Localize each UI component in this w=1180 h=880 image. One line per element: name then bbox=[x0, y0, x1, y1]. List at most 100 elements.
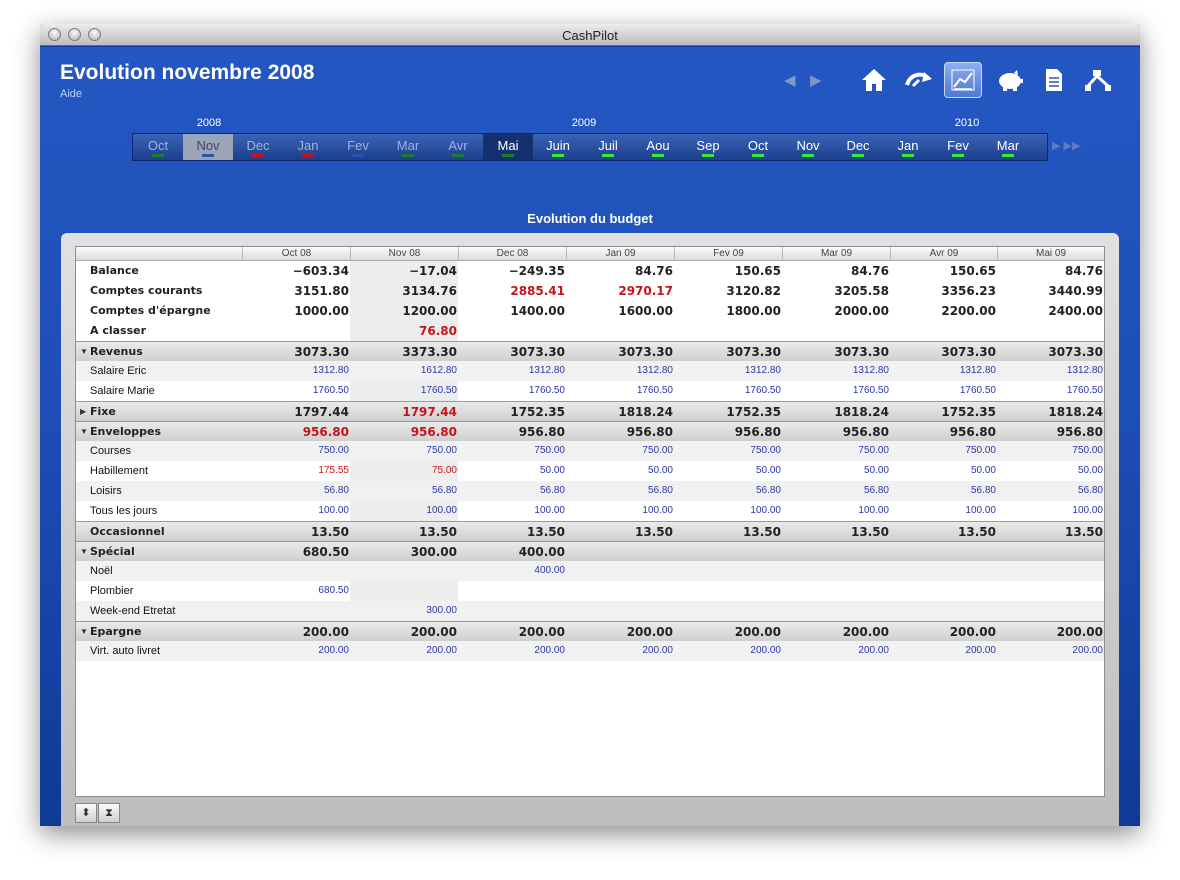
month-tab[interactable]: Sep bbox=[683, 134, 733, 160]
table-cell bbox=[997, 542, 1104, 562]
collapse-all-button[interactable]: ⧗ bbox=[98, 803, 120, 823]
month-tab[interactable]: Jan bbox=[883, 134, 933, 160]
category-row[interactable]: ▶ Fixe 1797.44 1797.44 1752.35 1818.24 1752.35… bbox=[76, 401, 1104, 421]
table-row[interactable]: Salaire Eric 1312.80 1612.80 1312.80 1312.80… bbox=[76, 361, 1104, 381]
month-timeline: Oct Nov Dec Jan Fev Mar Avr Mai Juin Juil Aou Sep Oc… bbox=[132, 133, 1048, 161]
table-cell: 1760.50 bbox=[312, 385, 349, 396]
transfer-button[interactable] bbox=[900, 62, 938, 98]
table-cell: 13.50 bbox=[635, 525, 673, 539]
nav-forward-button[interactable]: ▶ bbox=[810, 71, 822, 89]
table-row[interactable]: Salaire Marie 1760.50 1760.50 1760.50 1760.5… bbox=[76, 381, 1104, 401]
table-row[interactable]: Noël 400.00 bbox=[76, 561, 1104, 581]
month-tab[interactable]: Mai bbox=[483, 134, 533, 160]
column-header[interactable]: Avr 09 bbox=[890, 247, 997, 261]
month-status-marker bbox=[452, 154, 464, 157]
table-cell: 1312.80 bbox=[852, 365, 889, 376]
column-header[interactable]: Dec 08 bbox=[458, 247, 566, 261]
month-tab[interactable]: Dec bbox=[833, 134, 883, 160]
month-tab[interactable]: Mar bbox=[383, 134, 433, 160]
help-link[interactable]: Aide bbox=[60, 88, 82, 100]
table-cell: 1400.00 bbox=[510, 304, 565, 318]
table-cell: 75.00 bbox=[431, 465, 457, 476]
table-cell: 13.50 bbox=[1065, 525, 1103, 539]
table-cell: 1760.50 bbox=[959, 385, 996, 396]
table-cell: 1752.35 bbox=[510, 405, 565, 419]
table-cell: 956.80 bbox=[1056, 425, 1103, 439]
month-tab[interactable]: Nov bbox=[783, 134, 833, 160]
table-row[interactable]: Virt. auto livret 200.00 200.00 200.00 200.0… bbox=[76, 641, 1104, 661]
table-cell: 956.80 bbox=[410, 425, 457, 439]
table-cell: 56.80 bbox=[970, 485, 996, 496]
table-row[interactable]: A classer 76.80 bbox=[76, 321, 1104, 341]
timeline-scroll-arrows[interactable]: ▶ ▶▶ bbox=[1052, 139, 1080, 152]
column-header[interactable]: Jan 09 bbox=[566, 247, 674, 261]
category-row[interactable]: ▼ Spécial 680.50 300.00 400.00 bbox=[76, 541, 1104, 561]
table-cell: 1312.80 bbox=[1066, 365, 1103, 376]
column-header[interactable]: Nov 08 bbox=[350, 247, 458, 261]
month-status-marker bbox=[602, 154, 614, 157]
table-cell: 956.80 bbox=[626, 425, 673, 439]
table-cell: 3373.30 bbox=[402, 345, 457, 359]
month-tab[interactable]: Dec bbox=[233, 134, 283, 160]
table-cell: 1797.44 bbox=[294, 405, 349, 419]
category-row[interactable]: ▼ Revenus 3073.30 3373.30 3073.30 3073.30 3073… bbox=[76, 341, 1104, 361]
savings-button[interactable] bbox=[991, 62, 1029, 98]
home-button[interactable] bbox=[855, 62, 893, 98]
table-cell: 1752.35 bbox=[726, 405, 781, 419]
month-status-marker bbox=[252, 154, 264, 157]
table-cell: 1760.50 bbox=[744, 385, 781, 396]
column-header[interactable]: Mai 09 bbox=[997, 247, 1104, 261]
month-tab[interactable]: Juin bbox=[533, 134, 583, 160]
expand-all-button[interactable]: ⬍ bbox=[75, 803, 97, 823]
category-row[interactable]: ▼ Epargne 200.00 200.00 200.00 200.00 200.00 20… bbox=[76, 621, 1104, 641]
table-cell: 100.00 bbox=[426, 505, 457, 516]
table-cell: 200.00 bbox=[750, 645, 781, 656]
table-row[interactable]: Tous les jours 100.00 100.00 100.00 100.00 10… bbox=[76, 501, 1104, 521]
nav-back-button[interactable]: ◀ bbox=[784, 71, 796, 89]
table-cell bbox=[674, 321, 782, 341]
table-cell: 1818.24 bbox=[1048, 405, 1103, 419]
table-row[interactable]: Habillement 175.55 75.00 50.00 50.00 50.00 50.… bbox=[76, 461, 1104, 481]
table-cell: 1818.24 bbox=[834, 405, 889, 419]
table-cell: 2400.00 bbox=[1048, 304, 1103, 318]
table-cell: 200.00 bbox=[965, 645, 996, 656]
table-body: Balance −603.34 −17.04 −249.35 84.76 150.65 84… bbox=[76, 261, 1104, 661]
month-tab[interactable]: Juil bbox=[583, 134, 633, 160]
month-status-marker bbox=[502, 154, 514, 157]
table-row[interactable]: Comptes courants 3151.80 3134.76 2885.41 297… bbox=[76, 281, 1104, 301]
column-header[interactable]: Fev 09 bbox=[674, 247, 782, 261]
table-cell: 50.00 bbox=[863, 465, 889, 476]
column-header-label[interactable] bbox=[76, 247, 242, 261]
month-tab[interactable]: Nov bbox=[183, 134, 233, 160]
transfer-icon bbox=[905, 72, 932, 88]
table-row[interactable]: Plombier 680.50 bbox=[76, 581, 1104, 601]
month-tab[interactable]: Fev bbox=[933, 134, 983, 160]
month-tab[interactable]: Aou bbox=[633, 134, 683, 160]
report-button[interactable] bbox=[1035, 62, 1073, 98]
accounts-button[interactable] bbox=[1079, 62, 1117, 98]
month-tab[interactable]: Fev bbox=[333, 134, 383, 160]
table-cell: 2970.17 bbox=[618, 284, 673, 298]
table-cell: 400.00 bbox=[534, 565, 565, 576]
category-row[interactable]: Occasionnel 13.50 13.50 13.50 13.50 13.50 13.5… bbox=[76, 521, 1104, 541]
table-row[interactable]: Comptes d'épargne 1000.00 1200.00 1400.00 16… bbox=[76, 301, 1104, 321]
month-status-marker bbox=[202, 154, 214, 157]
table-cell: 1312.80 bbox=[636, 365, 673, 376]
category-row[interactable]: ▼ Enveloppes 956.80 956.80 956.80 956.80 956.8… bbox=[76, 421, 1104, 441]
row-label: Comptes courants bbox=[90, 284, 203, 297]
table-row[interactable]: Loisirs 56.80 56.80 56.80 56.80 56.80 56.80 56.… bbox=[76, 481, 1104, 501]
month-tab[interactable]: Oct bbox=[133, 134, 183, 160]
month-tab[interactable]: Jan bbox=[283, 134, 333, 160]
column-header[interactable]: Oct 08 bbox=[242, 247, 350, 261]
month-tab[interactable]: Oct bbox=[733, 134, 783, 160]
table-row[interactable]: Courses 750.00 750.00 750.00 750.00 750.00 750… bbox=[76, 441, 1104, 461]
evolution-button[interactable] bbox=[944, 62, 982, 98]
table-row[interactable]: Week-end Etretat 300.00 bbox=[76, 601, 1104, 621]
table-cell: 3073.30 bbox=[1048, 345, 1103, 359]
month-tab[interactable]: Mar bbox=[983, 134, 1033, 160]
table-row[interactable]: Balance −603.34 −17.04 −249.35 84.76 150.65 84… bbox=[76, 261, 1104, 281]
column-header[interactable]: Mar 09 bbox=[782, 247, 890, 261]
row-label: Noël bbox=[90, 565, 113, 577]
month-tab[interactable]: Avr bbox=[433, 134, 483, 160]
table-header: Oct 08 Nov 08 Dec 08 Jan 09 Fev 09 Mar 09 Avr … bbox=[76, 247, 1104, 261]
